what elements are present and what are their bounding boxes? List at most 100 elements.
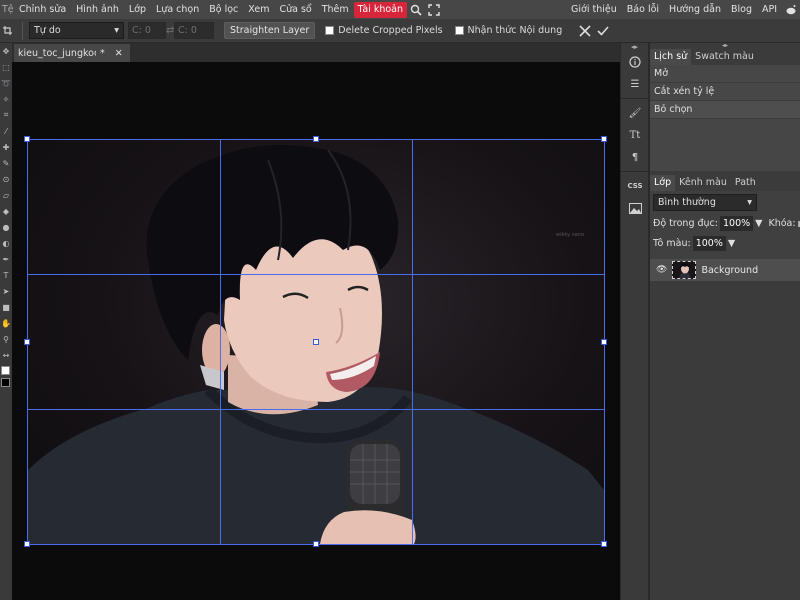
menu-window[interactable]: Cửa sổ [274,0,316,19]
tab-history[interactable]: Lịch sử [650,49,692,65]
document-tab[interactable]: kieu_toc_jungkook * ✕ [14,44,130,62]
menu-guide[interactable]: Hướng dẫn [664,0,726,19]
crop-tool-icon[interactable]: ⌗ [0,107,12,123]
crop-handle-bottom-left[interactable] [24,541,30,547]
adjust-icon[interactable]: ☰ [621,73,649,95]
fill-input[interactable]: 100% [692,235,726,251]
content-aware-label: Nhận thức Nội dung [467,25,563,36]
crop-handle-top-left[interactable] [24,136,30,142]
opacity-label: Độ trong đục: [653,217,718,229]
opacity-input[interactable]: 100% [719,215,754,231]
layer-row[interactable]: 👁 Background [650,259,800,281]
crop-width-field[interactable]: C: 0 [128,22,166,39]
menu-file[interactable]: Tệp [0,0,14,19]
layer-name: Background [701,264,759,276]
menu-blog[interactable]: Blog [726,0,757,19]
eraser-tool-icon[interactable]: ▱ [0,187,12,203]
canvas-area[interactable]: wikky nano [12,62,620,600]
crop-height-field[interactable]: C: 0 [174,22,214,39]
checkbox-box[interactable] [325,26,335,35]
crop-handle-bottom[interactable] [313,541,319,547]
layers-tabs: Lớp Kênh màu Path [650,173,800,191]
reddit-icon[interactable] [782,0,800,19]
menu-select[interactable]: Lựa chọn [151,0,204,19]
path-select-tool-icon[interactable]: ➤ [0,283,12,299]
menu-edit[interactable]: Chỉnh sửa [14,0,71,19]
opacity-row: Độ trong đục: 100% ▼ Khóa: ▦ ✎ [650,213,800,233]
clone-tool-icon[interactable]: ⊙ [0,171,12,187]
history-item[interactable]: Mở [650,65,800,83]
blend-mode-value: Bình thường [658,197,716,208]
tab-channels[interactable]: Kênh màu [675,175,731,191]
crop-handle-left[interactable] [24,339,30,345]
info-icon[interactable] [621,51,649,73]
ratio-select[interactable]: Tự do ▾ [29,22,124,39]
css-icon[interactable]: CSS [621,175,649,197]
dodge-tool-icon[interactable]: ◐ [0,235,12,251]
wand-tool-icon[interactable]: ✧ [0,91,12,107]
bucket-tool-icon[interactable]: ◆ [0,203,12,219]
lasso-tool-icon[interactable]: ➰ [0,75,12,91]
crop-handle-right[interactable] [601,339,607,345]
commit-crop-icon[interactable] [596,24,610,38]
foreground-color-swatch[interactable] [1,366,10,375]
move-tool-icon[interactable]: ✥ [0,43,12,59]
tab-layers[interactable]: Lớp [650,175,676,191]
menu-report-bug[interactable]: Báo lỗi [622,0,664,19]
swap-icon[interactable]: ⇄ [166,25,174,36]
blur-tool-icon[interactable]: ● [0,219,12,235]
lock-label: Khóa: [768,217,796,229]
shape-tool-icon[interactable]: ■ [0,299,12,315]
photo-watermark: wikky nano [556,232,585,238]
menu-view[interactable]: Xem [243,0,274,19]
pen-tool-icon[interactable]: ✒ [0,251,12,267]
character-icon[interactable]: Tt [621,124,649,146]
crop-handle-center[interactable] [313,339,319,345]
crop-handle-bottom-right[interactable] [601,541,607,547]
menu-account[interactable]: Tài khoản [353,1,408,18]
fill-dropdown-icon[interactable]: ▼ [728,238,735,249]
history-list: Mở Cắt xén tỷ lệ Bỏ chọn [650,65,800,171]
close-tab-icon[interactable]: ✕ [115,48,123,59]
straighten-layer-button[interactable]: Straighten Layer [224,22,316,39]
menu-more[interactable]: Thêm [317,0,354,19]
crop-tool-icon[interactable] [0,26,14,35]
history-item[interactable]: Bỏ chọn [650,101,800,119]
background-color-swatch[interactable] [1,378,10,387]
menu-layer[interactable]: Lớp [124,0,151,19]
eye-icon[interactable]: 👁 [656,265,667,275]
text-tool-icon[interactable]: T [0,267,12,283]
menu-image[interactable]: Hình ảnh [71,0,124,19]
crop-grid-h2 [27,409,605,410]
search-icon[interactable] [407,0,425,19]
collapse-arrows-icon[interactable]: ◂▸ [621,43,648,51]
tab-swatches[interactable]: Swatch màu [691,49,758,65]
menu-about[interactable]: Giới thiệu [566,0,622,19]
content-aware-checkbox[interactable]: Nhận thức Nội dung [454,25,563,36]
swap-colors-icon[interactable]: ↔ [0,347,12,363]
crop-handle-top-right[interactable] [601,136,607,142]
marquee-tool-icon[interactable]: ⬚ [0,59,12,75]
tab-paths[interactable]: Path [731,175,760,191]
menu-api[interactable]: API [757,0,782,19]
cancel-crop-icon[interactable] [578,24,592,38]
panel-icon-column: ◂▸ ☰ 🖌 Tt ¶ CSS [620,43,648,600]
heal-tool-icon[interactable]: ✚ [0,139,12,155]
menu-filter[interactable]: Bộ lọc [204,0,243,19]
eyedropper-tool-icon[interactable]: ⁄ [0,123,12,139]
history-item[interactable]: Cắt xén tỷ lệ [650,83,800,101]
tools-panel: ✥ ⬚ ➰ ✧ ⌗ ⁄ ✚ ✎ ⊙ ▱ ◆ ● ◐ ✒ T ➤ ■ ✋ ⚲ ↔ [0,43,12,600]
menu-bar: Tệp Chỉnh sửa Hình ảnh Lớp Lựa chọn Bộ l… [0,0,800,19]
checkbox-box[interactable] [454,26,464,35]
image-icon[interactable] [621,197,649,219]
paragraph-icon[interactable]: ¶ [621,146,649,168]
delete-cropped-checkbox[interactable]: Delete Cropped Pixels [325,25,443,36]
brush-settings-icon[interactable]: 🖌 [621,102,649,124]
hand-tool-icon[interactable]: ✋ [0,315,12,331]
blend-mode-select[interactable]: Bình thường ▾ [653,194,757,211]
crop-handle-top[interactable] [313,136,319,142]
fullscreen-icon[interactable] [425,0,443,19]
opacity-dropdown-icon[interactable]: ▼ [755,218,762,229]
brush-tool-icon[interactable]: ✎ [0,155,12,171]
zoom-tool-icon[interactable]: ⚲ [0,331,12,347]
